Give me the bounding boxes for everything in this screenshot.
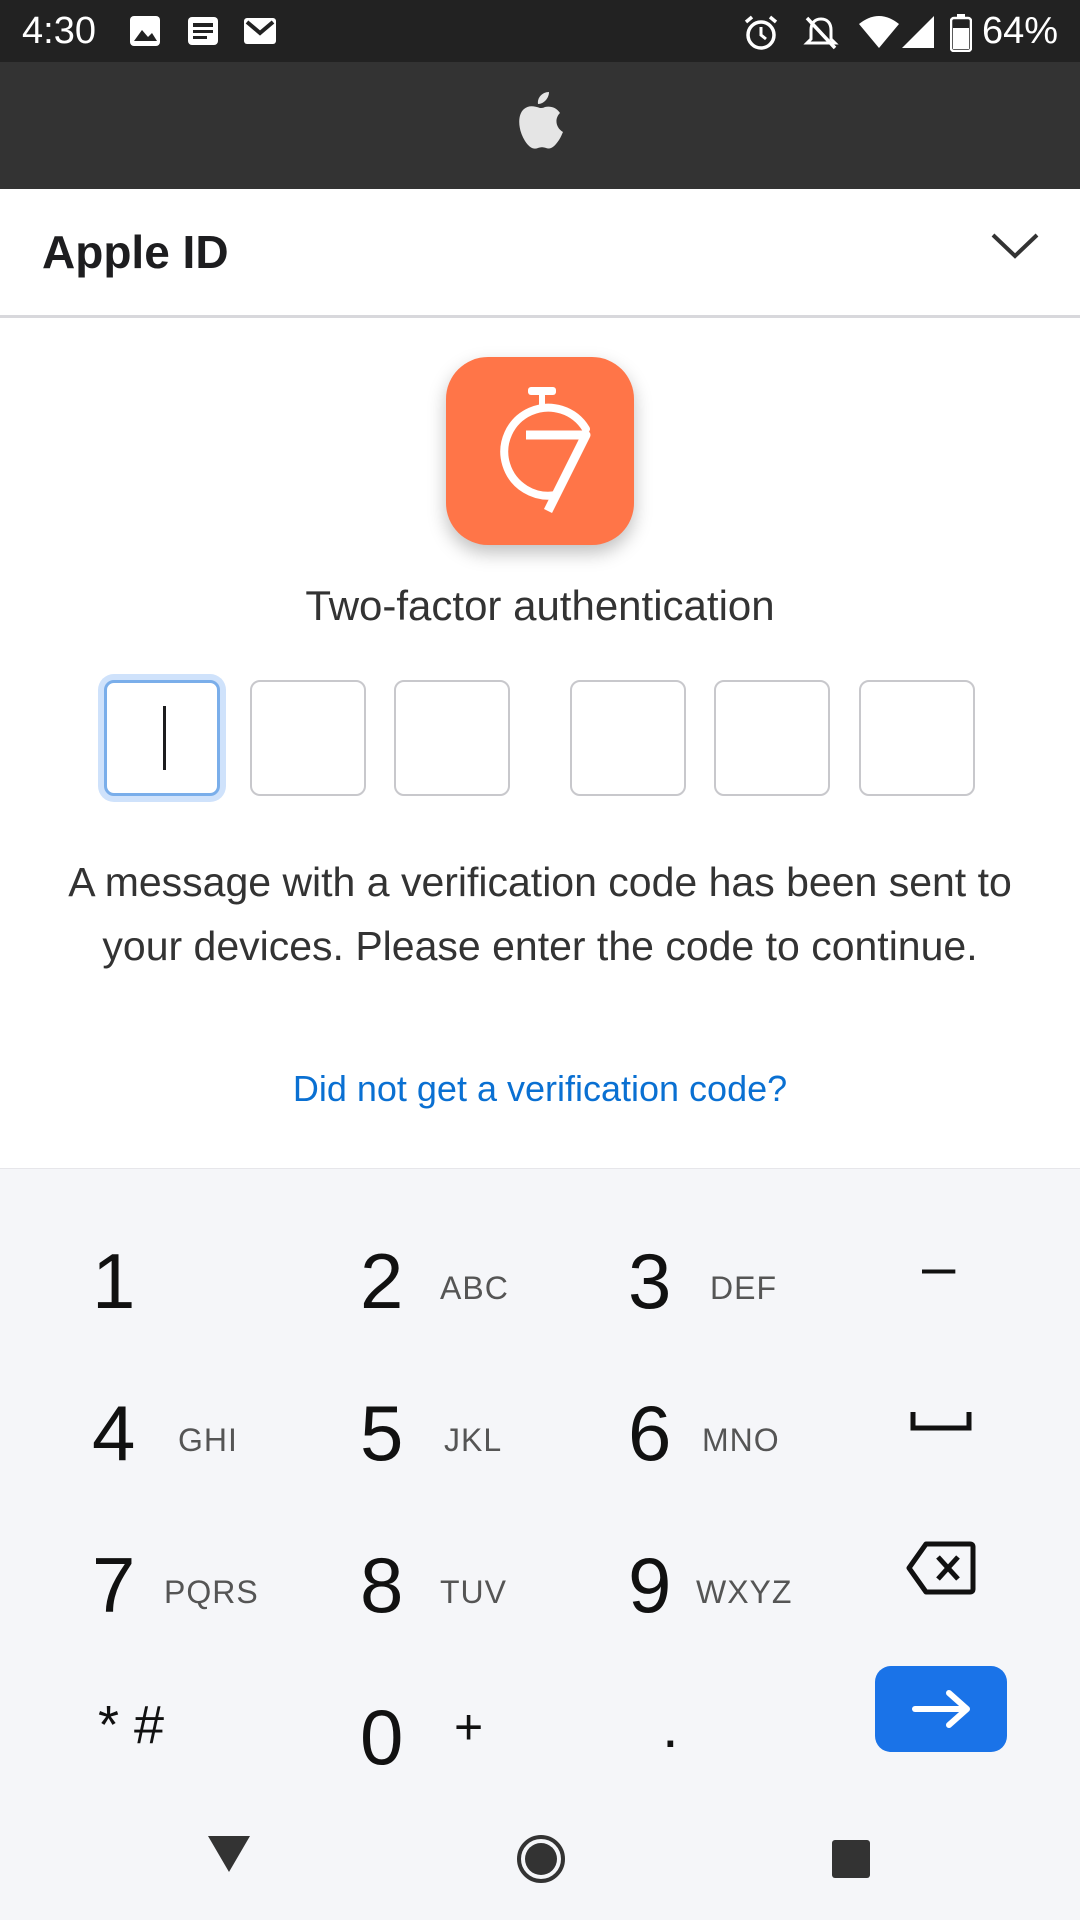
- plus-symbol: +: [454, 1699, 484, 1755]
- apple-header-bar: [0, 62, 1080, 189]
- apple-id-title: Apple ID: [42, 226, 229, 278]
- key-star-hash[interactable]: * #: [92, 1654, 352, 1794]
- key-3[interactable]: 3 DEF: [628, 1198, 888, 1338]
- home-circle-icon[interactable]: [516, 1834, 566, 1884]
- key-backspace[interactable]: [900, 1502, 1020, 1642]
- key-space[interactable]: [900, 1350, 1020, 1490]
- key-letters: MNO: [702, 1422, 780, 1458]
- apple-id-dropdown[interactable]: Apple ID: [0, 189, 1080, 318]
- apple-logo-icon: [519, 92, 563, 149]
- code-digit-input-2[interactable]: [250, 680, 366, 796]
- key-letters: ABC: [440, 1270, 509, 1306]
- key-letters: WXYZ: [696, 1574, 793, 1610]
- key-7[interactable]: 7 PQRS: [92, 1502, 352, 1642]
- code-digit-input-1[interactable]: [104, 680, 220, 796]
- key-letters: JKL: [444, 1422, 503, 1458]
- key-1[interactable]: 1: [92, 1198, 352, 1338]
- verification-message: A message with a verification code has b…: [68, 859, 1012, 969]
- key-minus[interactable]: –: [900, 1198, 1020, 1338]
- text-caret: [163, 706, 166, 770]
- recents-square-icon[interactable]: [830, 1838, 872, 1880]
- key-digit: 9: [628, 1541, 672, 1629]
- status-time: 4:30: [22, 10, 96, 52]
- key-4[interactable]: 4 GHI: [92, 1350, 352, 1490]
- period-symbol: .: [662, 1693, 679, 1760]
- battery-percentage: 64%: [981, 10, 1058, 52]
- key-8[interactable]: 8 TUV: [360, 1502, 620, 1642]
- key-0[interactable]: 0 +: [360, 1654, 620, 1794]
- key-letters: DEF: [710, 1270, 777, 1306]
- key-letters: PQRS: [164, 1574, 259, 1610]
- key-5[interactable]: 5 JKL: [360, 1350, 620, 1490]
- system-navigation-bar: [0, 1800, 1080, 1920]
- gmail-icon: [244, 18, 276, 44]
- key-digit: 6: [628, 1389, 672, 1477]
- signal-icon: [902, 16, 934, 48]
- app-icon: [446, 357, 634, 545]
- code-digit-input-4[interactable]: [570, 680, 686, 796]
- key-digit: 7: [92, 1541, 136, 1629]
- key-6[interactable]: 6 MNO: [628, 1350, 888, 1490]
- back-triangle-icon[interactable]: [206, 1832, 252, 1876]
- bell-off-icon: [803, 16, 839, 50]
- resend-code-link[interactable]: Did not get a verification code?: [0, 1068, 1080, 1110]
- key-digit: 1: [92, 1237, 136, 1325]
- code-digit-input-3[interactable]: [394, 680, 510, 796]
- arrow-right-icon: [912, 1690, 970, 1728]
- code-digit-input-6[interactable]: [859, 680, 975, 796]
- key-period[interactable]: .: [628, 1654, 748, 1794]
- key-letters: GHI: [178, 1422, 238, 1458]
- key-letters: TUV: [440, 1574, 507, 1610]
- key-2[interactable]: 2 ABC: [360, 1198, 620, 1338]
- image-icon: [130, 16, 160, 46]
- key-digit: 0: [360, 1693, 404, 1781]
- stopwatch-seven-icon: [500, 387, 591, 514]
- chevron-down-icon[interactable]: [990, 231, 1040, 261]
- news-icon: [188, 17, 218, 45]
- key-digit: 8: [360, 1541, 404, 1629]
- key-digit: 3: [628, 1237, 672, 1325]
- key-9[interactable]: 9 WXYZ: [628, 1502, 888, 1642]
- code-digit-input-5[interactable]: [714, 680, 830, 796]
- backspace-icon: [906, 1541, 976, 1595]
- wifi-icon: [859, 16, 899, 48]
- go-button[interactable]: [875, 1666, 1007, 1752]
- two-factor-heading: Two-factor authentication: [305, 582, 775, 629]
- minus-symbol: –: [922, 1233, 956, 1300]
- battery-icon: [950, 14, 972, 52]
- space-bar-icon: [910, 1412, 972, 1431]
- key-digit: 4: [92, 1389, 136, 1477]
- key-digit: 5: [360, 1389, 404, 1477]
- key-digit: 2: [360, 1237, 404, 1325]
- star-hash-symbol: * #: [98, 1695, 165, 1755]
- status-bar: 4:30 64%: [0, 0, 1080, 62]
- alarm-icon: [744, 15, 778, 50]
